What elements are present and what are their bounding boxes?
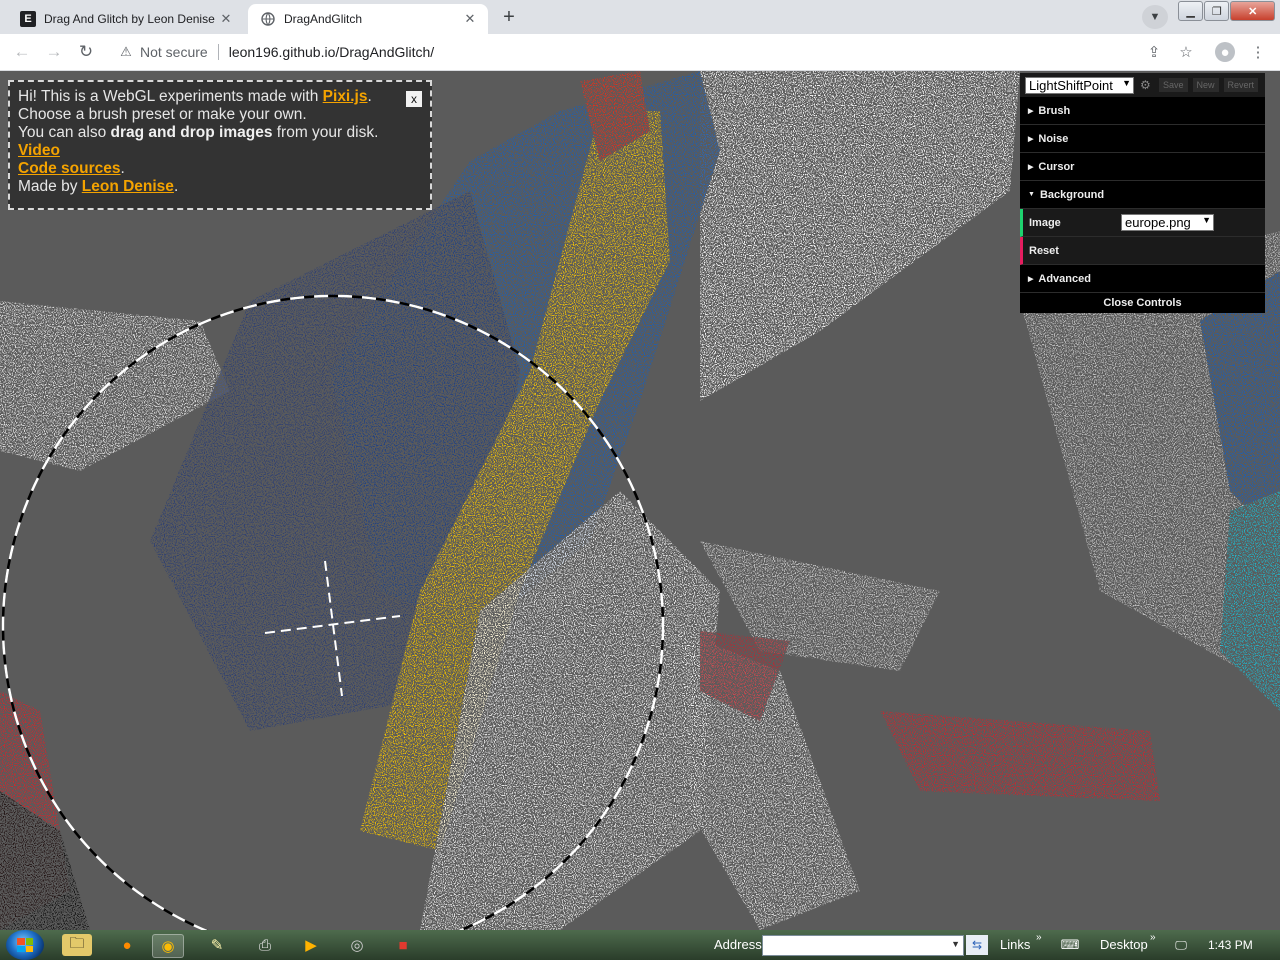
close-controls-button[interactable]: Close Controls [1020, 293, 1265, 313]
chrome-icon[interactable]: ◉ [152, 934, 184, 958]
save-button[interactable]: Save [1159, 78, 1188, 92]
new-tab-button[interactable]: + [496, 5, 522, 29]
tab-dragandglitch[interactable]: DragAndGlitch ✕ [248, 4, 488, 34]
reset-button[interactable]: Reset [1020, 237, 1265, 265]
tab-search-chevron-icon[interactable]: ▼ [1142, 5, 1168, 29]
clock[interactable]: 1:43 PM [1208, 938, 1253, 952]
video-link[interactable]: Video [18, 142, 60, 159]
red-app-icon[interactable]: ■ [388, 934, 418, 956]
network-tray-icon[interactable]: 🖵 [1172, 936, 1190, 954]
minimize-icon[interactable]: ▁ [1178, 1, 1204, 21]
info-line-2: Choose a brush preset or make your own. [18, 106, 307, 123]
dropdown-arrow-icon: ▼ [1122, 77, 1131, 88]
tab-close-icon[interactable]: ✕ [218, 11, 234, 27]
window-controls: ▁ ❐ ✕ [1178, 1, 1276, 21]
info-panel: Hi! This is a WebGL experiments made wit… [8, 80, 432, 210]
desktop-toolbar[interactable]: Desktop [1100, 937, 1148, 952]
window-close-icon[interactable]: ✕ [1230, 1, 1275, 21]
media-player-icon[interactable]: ▶ [296, 934, 326, 956]
printer-icon[interactable]: ⎙ [250, 934, 280, 956]
triangle-right-icon: ▶ [1028, 275, 1034, 283]
dropdown-arrow-icon: ▼ [1202, 215, 1211, 225]
windows-logo-icon [17, 938, 33, 952]
browser-toolbar: ← → ↻ ⚠ Not secure leon196.github.io/Dra… [0, 34, 1280, 71]
tab-drag-and-glitch-leon[interactable]: E Drag And Glitch by Leon Denise ✕ [8, 4, 244, 34]
folder-noise[interactable]: ▶ Noise [1020, 125, 1265, 153]
warning-triangle-icon[interactable]: ⚠ [118, 44, 134, 60]
info-close-button[interactable]: x [406, 91, 422, 107]
gui-header: LightShiftPoint ▼ ⚙ Save New Revert [1020, 73, 1265, 97]
folder-advanced[interactable]: ▶ Advanced [1020, 265, 1265, 293]
info-line-3: You can also drag and drop images from y… [18, 124, 379, 141]
image-select[interactable]: europe.png ▼ [1121, 214, 1214, 231]
gear-icon[interactable]: ⚙ [1140, 78, 1154, 92]
maximize-icon[interactable]: ❐ [1204, 1, 1230, 21]
preset-select[interactable]: LightShiftPoint ▼ [1025, 76, 1134, 94]
notepad-icon[interactable]: ✎ [202, 934, 232, 956]
kebab-menu-icon[interactable]: ⋮ [1248, 42, 1268, 62]
profile-avatar-icon[interactable]: ● [1215, 42, 1235, 62]
folder-brush[interactable]: ▶ Brush [1020, 97, 1265, 125]
windows-taskbar: 🗀 ● ◉ ✎ ⎙ ▶ ◎ ■ Address ▼ ⇆ Links » ⌨ De… [0, 930, 1280, 960]
triangle-right-icon: ▶ [1028, 135, 1034, 143]
reload-icon[interactable]: ↻ [74, 40, 98, 64]
code-sources-link[interactable]: Code sources [18, 160, 121, 177]
address-toolbar-label: Address [714, 937, 762, 952]
address-toolbar-input[interactable]: ▼ [762, 935, 964, 956]
tab-bar: E Drag And Glitch by Leon Denise ✕ DragA… [0, 0, 1280, 34]
eye-app-icon[interactable]: ◎ [342, 934, 372, 956]
bookmark-star-icon[interactable]: ☆ [1176, 42, 1196, 62]
controls-panel: LightShiftPoint ▼ ⚙ Save New Revert ▶ Bru… [1020, 73, 1265, 313]
start-button[interactable] [6, 930, 44, 960]
file-explorer-icon[interactable]: 🗀 [62, 934, 92, 956]
back-arrow-icon[interactable]: ← [10, 40, 34, 64]
chevron-right-icon[interactable]: » [1036, 932, 1042, 943]
tab-title: DragAndGlitch [284, 12, 363, 26]
image-label: Image [1029, 216, 1061, 229]
tab-close-icon[interactable]: ✕ [462, 11, 478, 27]
folder-background[interactable]: ▼ Background [1020, 181, 1265, 209]
triangle-right-icon: ▶ [1028, 107, 1034, 115]
dropdown-arrow-icon: ▼ [951, 939, 960, 949]
firefox-icon[interactable]: ● [112, 934, 142, 956]
revert-button[interactable]: Revert [1223, 78, 1259, 92]
security-label[interactable]: Not secure [140, 44, 208, 60]
go-arrows-icon[interactable]: ⇆ [966, 935, 988, 955]
info-line-1: Hi! This is a WebGL experiments made wit… [18, 88, 372, 105]
folder-cursor[interactable]: ▶ Cursor [1020, 153, 1265, 181]
triangle-right-icon: ▶ [1028, 163, 1034, 171]
triangle-down-icon: ▼ [1028, 191, 1035, 198]
links-toolbar[interactable]: Links [1000, 937, 1030, 952]
share-icon[interactable]: ⇪ [1144, 42, 1164, 62]
url-text[interactable]: leon196.github.io/DragAndGlitch/ [229, 44, 434, 60]
pixi-link[interactable]: Pixi.js [323, 88, 368, 105]
author-link[interactable]: Leon Denise [82, 178, 174, 195]
tab-title: Drag And Glitch by Leon Denise [44, 12, 215, 26]
keyboard-icon[interactable]: ⌨ [1060, 936, 1080, 954]
chevron-right-icon[interactable]: » [1150, 932, 1156, 943]
new-button[interactable]: New [1192, 78, 1219, 92]
globe-icon [260, 11, 276, 27]
address-bar[interactable]: ⚠ Not secure leon196.github.io/DragAndGl… [110, 38, 1110, 66]
site-e-icon: E [20, 11, 36, 27]
glitch-canvas[interactable]: Hi! This is a WebGL experiments made wit… [0, 71, 1280, 930]
forward-arrow-icon[interactable]: → [42, 40, 66, 64]
info-line-made-by: Made by Leon Denise. [18, 178, 179, 195]
image-control: Image europe.png ▼ [1020, 209, 1265, 237]
omnibox-divider [217, 44, 219, 60]
